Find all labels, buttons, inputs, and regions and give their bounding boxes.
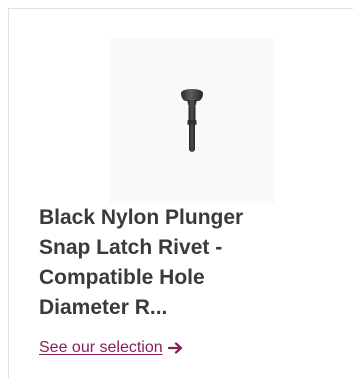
product-title[interactable]: Black Nylon Plunger Snap Latch Rivet - C… [39, 203, 339, 323]
product-image-container[interactable] [109, 38, 275, 204]
see-selection-link[interactable]: See our selection [39, 338, 183, 358]
arrow-right-icon [167, 342, 182, 354]
product-card[interactable]: Black Nylon Plunger Snap Latch Rivet - C… [8, 8, 353, 378]
rivet-icon [181, 89, 203, 152]
see-selection-label: See our selection [39, 339, 163, 356]
